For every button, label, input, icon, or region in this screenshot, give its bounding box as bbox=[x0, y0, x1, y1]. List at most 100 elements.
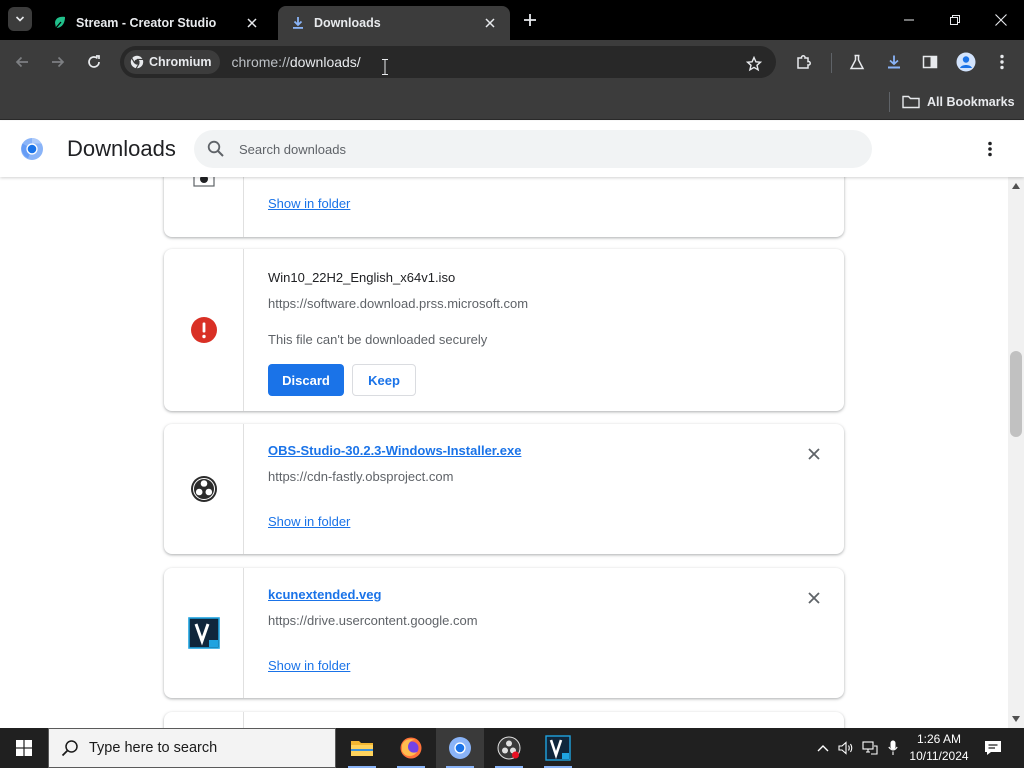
bookmarks-divider bbox=[889, 92, 890, 112]
remove-download-button[interactable] bbox=[804, 588, 824, 608]
download-item-insecure: Win10_22H2_English_x64v1.iso https://sof… bbox=[164, 249, 844, 411]
network-button[interactable] bbox=[860, 728, 880, 768]
back-button[interactable] bbox=[8, 48, 36, 76]
obs-studio-icon bbox=[497, 736, 521, 760]
notifications-button[interactable] bbox=[980, 728, 1006, 768]
download-icon-column bbox=[164, 249, 244, 411]
file-name: Win10_22H2_English_x64v1.iso bbox=[268, 270, 456, 285]
error-icon bbox=[190, 317, 217, 343]
chevron-down-icon bbox=[15, 16, 25, 22]
folder-icon bbox=[902, 95, 920, 109]
extensions-button[interactable] bbox=[790, 48, 818, 76]
download-item: OBS-Studio-30.2.3-Windows-Installer.exe … bbox=[164, 424, 844, 554]
arrow-right-icon bbox=[52, 56, 65, 68]
taskbar-chromium[interactable] bbox=[436, 728, 484, 768]
show-in-folder-link[interactable]: Show in folder bbox=[268, 196, 350, 211]
download-icon-column bbox=[164, 568, 244, 698]
labs-button[interactable] bbox=[843, 48, 871, 76]
stream-leaf-icon bbox=[52, 15, 68, 31]
windows-taskbar: Type here to search 1:26 AM 10/11/2024 bbox=[0, 728, 1024, 768]
obs-studio-icon bbox=[190, 476, 217, 502]
tab-downloads[interactable]: Downloads bbox=[278, 6, 510, 40]
forward-button[interactable] bbox=[44, 48, 72, 76]
minimize-button[interactable] bbox=[886, 0, 932, 40]
downloads-menu-button[interactable] bbox=[978, 137, 1002, 161]
search-downloads-box[interactable] bbox=[194, 130, 872, 168]
chromium-logo-icon bbox=[130, 55, 144, 69]
downloads-list: Show in folder Win10_22H2_English_x64v1.… bbox=[0, 177, 1008, 728]
downloads-toolbar-button[interactable] bbox=[880, 48, 908, 76]
taskbar-obs-studio[interactable] bbox=[485, 728, 533, 768]
remove-download-button[interactable] bbox=[804, 444, 824, 464]
plus-icon bbox=[524, 14, 536, 26]
volume-button[interactable] bbox=[836, 728, 856, 768]
more-vertical-icon bbox=[1000, 54, 1004, 70]
close-tab-icon[interactable] bbox=[482, 15, 498, 31]
triangle-down-icon bbox=[1012, 716, 1020, 722]
chromium-logo-icon bbox=[21, 138, 43, 160]
star-icon bbox=[746, 56, 762, 72]
file-name-link[interactable]: OBS-Studio-30.2.3-Windows-Installer.exe bbox=[268, 443, 521, 458]
close-window-button[interactable] bbox=[978, 0, 1024, 40]
side-panel-button[interactable] bbox=[916, 48, 944, 76]
show-in-folder-link[interactable]: Show in folder bbox=[268, 514, 350, 529]
file-source-url: https://drive.usercontent.google.com bbox=[268, 613, 478, 628]
tab-search-button[interactable] bbox=[8, 7, 32, 31]
start-button[interactable] bbox=[0, 728, 48, 768]
download-status: This file can't be downloaded securely bbox=[268, 332, 488, 347]
url-text[interactable]: chrome://downloads/ bbox=[232, 54, 361, 70]
firefox-icon bbox=[400, 737, 422, 759]
tab-stream-creator-studio[interactable]: Stream - Creator Studio bbox=[40, 6, 272, 40]
file-name-link[interactable]: kcunextended.veg bbox=[268, 587, 381, 602]
scrollbar-thumb[interactable] bbox=[1010, 351, 1022, 437]
download-item: Show in folder bbox=[164, 177, 844, 237]
taskbar-firefox[interactable] bbox=[387, 728, 435, 768]
notification-icon bbox=[985, 741, 1001, 755]
chevron-up-icon bbox=[817, 745, 829, 752]
taskbar-clock[interactable]: 1:26 AM 10/11/2024 bbox=[900, 731, 978, 765]
restore-button[interactable] bbox=[932, 0, 978, 40]
triangle-up-icon bbox=[1012, 183, 1020, 189]
url-scheme: chrome:// bbox=[231, 54, 290, 70]
puzzle-icon bbox=[797, 55, 811, 69]
search-icon bbox=[207, 140, 224, 157]
show-in-folder-link[interactable]: Show in folder bbox=[268, 658, 350, 673]
scroll-up-button[interactable] bbox=[1008, 179, 1024, 193]
all-bookmarks-label: All Bookmarks bbox=[927, 95, 1015, 109]
reload-button[interactable] bbox=[80, 48, 108, 76]
site-chip-label: Chromium bbox=[149, 55, 212, 69]
taskbar-vegas[interactable] bbox=[534, 728, 582, 768]
search-downloads-input[interactable] bbox=[239, 141, 799, 157]
download-icon-column bbox=[164, 177, 244, 237]
address-bar[interactable]: Chromium chrome://downloads/ bbox=[120, 46, 776, 78]
close-tab-icon[interactable] bbox=[244, 15, 260, 31]
taskbar-search-box[interactable]: Type here to search bbox=[48, 728, 336, 768]
file-source-url: https://software.download.prss.microsoft… bbox=[268, 296, 529, 311]
page-scrollbar[interactable] bbox=[1008, 177, 1024, 728]
file-source-url: https://cdn-fastly.obsproject.com bbox=[268, 469, 454, 484]
download-icon bbox=[888, 55, 900, 69]
downloads-header: Downloads bbox=[0, 121, 1024, 177]
search-icon bbox=[61, 740, 78, 757]
keep-button[interactable]: Keep bbox=[352, 364, 416, 396]
file-icon bbox=[193, 177, 215, 187]
bookmark-star-button[interactable] bbox=[742, 52, 766, 76]
flask-icon bbox=[849, 54, 865, 70]
browser-menu-button[interactable] bbox=[988, 48, 1016, 76]
site-info-chip[interactable]: Chromium bbox=[124, 50, 220, 74]
new-tab-button[interactable] bbox=[518, 10, 542, 30]
scroll-down-button[interactable] bbox=[1008, 712, 1024, 726]
tab-title: Downloads bbox=[314, 16, 381, 30]
taskbar-file-explorer[interactable] bbox=[338, 728, 386, 768]
vegas-icon bbox=[545, 735, 571, 761]
download-icon-column bbox=[164, 424, 244, 554]
vegas-file-icon bbox=[187, 617, 220, 649]
discard-button[interactable]: Discard bbox=[268, 364, 344, 396]
avatar-icon bbox=[956, 52, 976, 72]
clock-time: 1:26 AM bbox=[916, 732, 962, 746]
profile-button[interactable] bbox=[952, 48, 980, 76]
show-hidden-icons-button[interactable] bbox=[814, 728, 832, 768]
download-item: kcunextended.veg https://drive.userconte… bbox=[164, 568, 844, 698]
more-vertical-icon bbox=[988, 141, 992, 157]
all-bookmarks-button[interactable]: All Bookmarks bbox=[902, 90, 1015, 114]
